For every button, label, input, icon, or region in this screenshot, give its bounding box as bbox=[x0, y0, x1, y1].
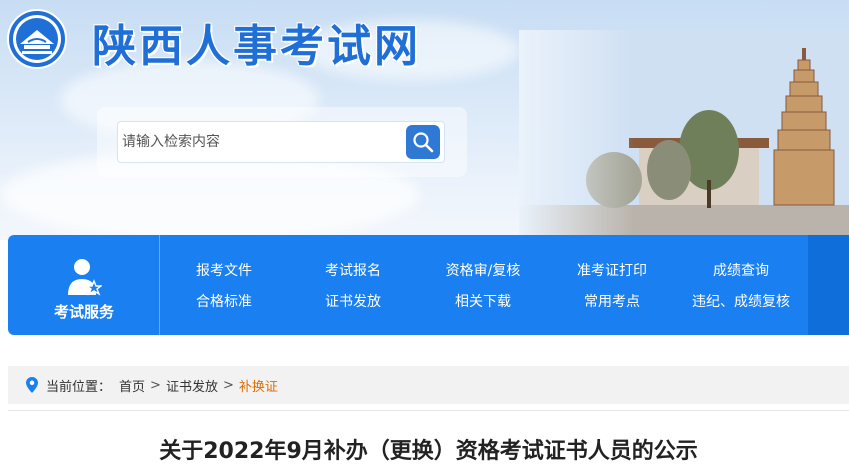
link-admission-ticket-print[interactable]: 准考证打印 bbox=[548, 260, 676, 280]
link-common-exam-sites[interactable]: 常用考点 bbox=[548, 291, 676, 311]
breadcrumb: 当前位置： 首页 > 证书发放 > 补换证 bbox=[8, 366, 849, 404]
search-icon bbox=[413, 132, 434, 153]
exam-service-heading[interactable]: 考试服务 bbox=[8, 235, 160, 335]
site-title[interactable]: 陕西人事考试网 bbox=[92, 10, 421, 74]
breadcrumb-prefix: 当前位置： bbox=[46, 379, 112, 395]
link-violation-score-review[interactable]: 违纪、成绩复核 bbox=[677, 291, 805, 311]
search-input[interactable] bbox=[122, 122, 402, 162]
service-bar-edge bbox=[808, 235, 849, 335]
link-passing-standard[interactable]: 合格标准 bbox=[160, 291, 288, 311]
user-star-icon bbox=[68, 259, 102, 296]
link-certificate-issuance[interactable]: 证书发放 bbox=[289, 291, 417, 311]
service-links: 报考文件 考试报名 资格审/复核 准考证打印 成绩查询 合格标准 证书发放 相关… bbox=[160, 235, 820, 335]
link-exam-registration[interactable]: 考试报名 bbox=[289, 260, 417, 280]
search-panel bbox=[97, 107, 467, 177]
breadcrumb-home[interactable]: 首页 bbox=[119, 376, 145, 395]
article-title: 关于2022年9月补办（更换）资格考试证书人员的公示 bbox=[159, 439, 698, 464]
exam-service-label: 考试服务 bbox=[53, 303, 114, 321]
breadcrumb-separator: > bbox=[150, 377, 161, 393]
location-pin-icon bbox=[26, 377, 38, 393]
breadcrumb-separator: > bbox=[222, 377, 234, 393]
search-button[interactable] bbox=[406, 125, 440, 159]
link-exam-documents[interactable]: 报考文件 bbox=[160, 260, 288, 280]
exam-service-bar: 考试服务 报考文件 考试报名 资格审/复核 准考证打印 成绩查询 合格标准 证书… bbox=[8, 235, 849, 335]
breadcrumb-current[interactable]: 补换证 bbox=[239, 376, 278, 395]
search-field-wrapper bbox=[117, 121, 445, 163]
breadcrumb-certificate-issuance[interactable]: 证书发放 bbox=[166, 376, 218, 395]
link-score-query[interactable]: 成绩查询 bbox=[677, 260, 805, 280]
pagoda-scenery-image bbox=[519, 30, 849, 240]
site-header: 陕西人事考试网 bbox=[0, 0, 849, 240]
link-qualification-review[interactable]: 资格审/复核 bbox=[419, 260, 547, 280]
article-container: 关于2022年9月补办（更换）资格考试证书人员的公示 bbox=[8, 410, 849, 468]
logo-emblem-icon[interactable] bbox=[6, 8, 68, 70]
link-related-downloads[interactable]: 相关下载 bbox=[419, 291, 547, 311]
